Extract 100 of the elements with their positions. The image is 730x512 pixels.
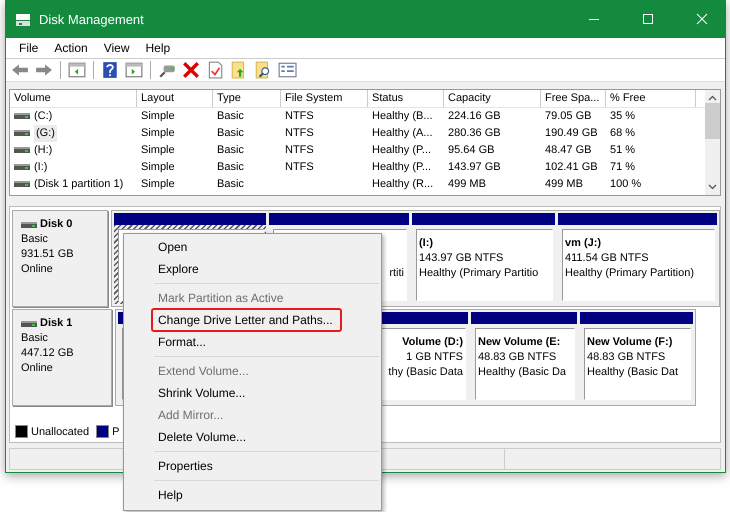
disk-name: Disk 0 (40, 217, 72, 232)
table-cell-text: Simple (141, 126, 175, 140)
legend-label: Unallocated (31, 426, 90, 438)
column-header[interactable]: Free Spa... (541, 90, 606, 106)
partition-size: 411.54 GB NTFS (565, 251, 650, 266)
menu-item[interactable]: Shrink Volume... (124, 382, 381, 404)
partition-status: Healthy (Basic Dat (587, 365, 680, 380)
table-cell-text: Healthy (R... (372, 176, 434, 192)
partition-name: Volume (D:) (402, 335, 463, 350)
scroll-up-icon[interactable] (708, 94, 717, 100)
table-cell-text: Simple (141, 176, 175, 192)
partition-size: 48.83 GB NTFS (478, 350, 558, 366)
disk-icon (15, 12, 31, 26)
table-cell-text: 68 % (610, 126, 636, 140)
table-cell-text: 35 % (610, 108, 636, 124)
column-header[interactable]: Capacity (444, 90, 541, 106)
table-cell[interactable]: (G:) (34, 124, 57, 142)
table-cell-text: Healthy (P... (372, 160, 432, 174)
table-cell[interactable]: (C:) (34, 108, 52, 124)
menu-item[interactable]: Open (124, 236, 381, 258)
disk-size: 931.51 GB (21, 247, 75, 262)
table-cell-text: 79.05 GB (545, 108, 592, 124)
properties-icon[interactable] (277, 60, 297, 79)
table-cell-text: 280.36 GB (448, 126, 501, 140)
menu-item[interactable]: Delete Volume... (124, 426, 381, 448)
menu-item[interactable]: View (96, 40, 138, 55)
table-cell-text: 143.97 GB (448, 160, 501, 174)
column-header[interactable]: Type (213, 90, 281, 106)
panel-icon[interactable] (124, 60, 144, 79)
partition-name: New Volume (E: (478, 335, 562, 350)
table-cell-text: Healthy (A... (372, 126, 433, 140)
menu-item[interactable]: Explore (124, 258, 381, 280)
table-cell-text: Healthy (P... (372, 142, 432, 158)
column-header[interactable]: Layout (137, 90, 213, 106)
table-cell-text: 499 MB (545, 176, 583, 192)
column-header[interactable]: File System (281, 90, 368, 106)
partition-status: Healthy (Basic Da (478, 365, 568, 380)
table-cell-text: Healthy (B... (372, 108, 433, 124)
table-cell-text: Simple (141, 108, 175, 124)
drive-icon (14, 163, 30, 171)
partition-status: Healthy (Primary Partition) (565, 266, 695, 282)
delete-icon[interactable] (181, 60, 201, 79)
disk-status: Online (21, 262, 54, 278)
table-cell[interactable]: (H:) (34, 142, 52, 158)
table-cell[interactable]: (I:) (34, 158, 48, 176)
drive-icon (14, 112, 30, 120)
drive-icon (14, 180, 30, 188)
table-cell[interactable]: (Disk 1 partition 1) (34, 176, 124, 192)
menu-item[interactable]: Help (138, 40, 178, 55)
menu-item[interactable]: Change Drive Letter and Paths... (152, 309, 341, 331)
partition-name: New Volume (F:) (587, 335, 674, 350)
partition-size: 143.97 GB NTFS (419, 251, 504, 266)
table-cell-text: Basic (217, 126, 244, 140)
disk-size: 447.12 GB (21, 346, 75, 362)
partition-name: (I:) (419, 236, 434, 252)
table-cell-text: NTFS (285, 108, 314, 124)
table-cell-text: 224.16 GB (448, 108, 501, 124)
disk-label[interactable]: Disk 0 Basic 931.51 GB Online (12, 210, 108, 308)
panel-icon[interactable] (67, 60, 87, 79)
table-cell-text: Basic (217, 176, 244, 192)
menu-item[interactable]: Action (46, 40, 96, 55)
scroll-down-icon[interactable] (708, 184, 717, 190)
menu-item[interactable]: Format... (124, 331, 381, 353)
table-cell-text: Simple (141, 160, 175, 174)
table-cell-text: 51 % (610, 142, 636, 158)
table-cell-text: 95.64 GB (448, 142, 494, 158)
table-cell-text: NTFS (285, 126, 314, 140)
disk-type: Basic (21, 232, 49, 248)
table-cell-text: 102.41 GB (545, 160, 598, 174)
disk-name: Disk 1 (40, 316, 72, 332)
partition-status: Healthy (Primary Partitio (419, 266, 540, 282)
table-cell-text: 71 % (610, 160, 636, 174)
table-cell-text: NTFS (285, 160, 314, 174)
scrollbar-thumb[interactable] (705, 102, 720, 138)
column-header[interactable]: % Free (606, 90, 696, 106)
disk-label[interactable]: Disk 1 Basic 447.12 GB Online (12, 309, 112, 406)
partition-status: thy (Basic Data (388, 365, 463, 380)
table-cell-text: Basic (217, 108, 244, 124)
window-title: Disk Management (39, 12, 145, 27)
partition-name: vm (J:) (565, 236, 602, 252)
menu-item[interactable]: Properties (124, 455, 381, 477)
table-cell-text: NTFS (285, 142, 314, 158)
drive-icon (14, 146, 30, 154)
table-cell-text: Simple (141, 142, 175, 158)
drive-icon (14, 129, 30, 137)
menu-item[interactable]: File (11, 40, 46, 55)
partition-size: 48.83 GB NTFS (587, 350, 666, 366)
table-cell-text: 100 % (610, 176, 642, 192)
table-cell-text: 499 MB (448, 176, 486, 192)
partition-status: rtiti (389, 266, 404, 282)
table-cell-text: 48.47 GB (545, 142, 592, 158)
column-header[interactable]: Status (368, 90, 444, 106)
table-cell-text: 190.49 GB (545, 126, 598, 140)
legend-label: P (112, 426, 120, 438)
disk-type: Basic (21, 331, 49, 346)
menu-item[interactable]: Help (124, 484, 381, 506)
table-cell-text: Basic (217, 160, 244, 174)
column-header[interactable]: Volume (10, 90, 137, 106)
disk-status: Online (21, 361, 54, 376)
partition-size: 1 GB NTFS (406, 350, 463, 366)
